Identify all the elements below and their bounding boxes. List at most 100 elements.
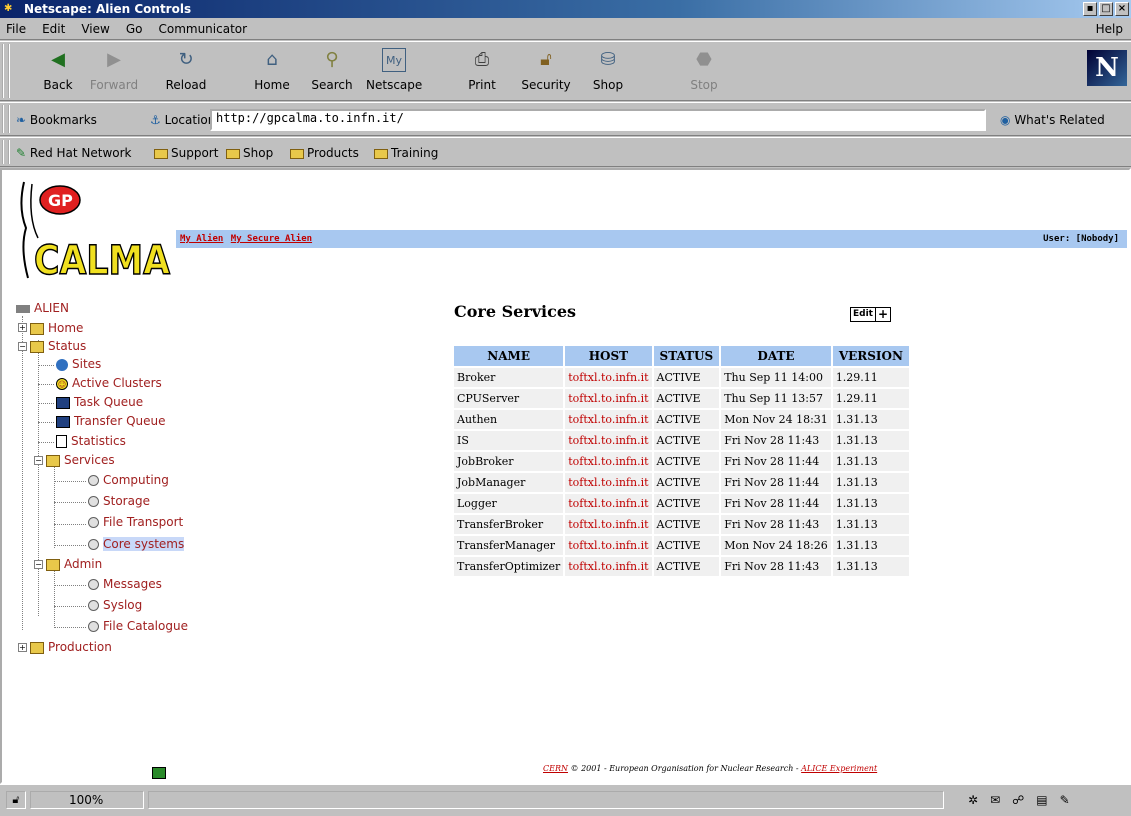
bookmark-shop[interactable]: Shop — [226, 146, 273, 160]
menu-view[interactable]: View — [81, 22, 109, 36]
my-alien-link[interactable]: My Alien — [180, 234, 223, 244]
tree-item-status[interactable]: Status — [30, 336, 86, 356]
service-name-cell: CPUServer — [454, 389, 564, 408]
shop-button[interactable]: ⛁ Shop — [580, 48, 636, 98]
status-cell: ACTIVE — [653, 557, 720, 576]
bookmark-label: Shop — [243, 146, 274, 160]
column-header-version: VERSION — [832, 346, 909, 366]
tree-item-transfer-queue[interactable]: Transfer Queue — [56, 411, 166, 431]
host-link[interactable]: toftxl.to.infn.it — [565, 557, 652, 576]
logo-calma-text: CALMA — [34, 238, 170, 284]
tree-item-admin[interactable]: Admin — [46, 554, 102, 574]
host-link[interactable]: toftxl.to.infn.it — [565, 515, 652, 534]
tree-item-home[interactable]: Home — [30, 318, 83, 338]
bookmark-red-hat-network[interactable]: ✎ Red Hat Network — [16, 146, 132, 160]
security-button[interactable]: 🔓︎ Security — [518, 48, 574, 98]
tree-item-statistics[interactable]: Statistics — [56, 431, 126, 451]
collapse-status-toggle[interactable]: − — [18, 342, 27, 351]
personal-grip[interactable] — [2, 140, 10, 164]
menu-go[interactable]: Go — [126, 22, 143, 36]
tree-item-file-transport[interactable]: File Transport — [88, 512, 183, 532]
tree-label: Storage — [103, 494, 150, 508]
status-cell: ACTIVE — [653, 536, 720, 555]
tree-item-messages[interactable]: Messages — [88, 574, 162, 594]
tree-item-core-systems[interactable]: Core systems — [88, 534, 185, 554]
tree-item-computing[interactable]: Computing — [88, 470, 169, 490]
tree-item-services[interactable]: Services — [46, 450, 115, 470]
stop-button[interactable]: ⬣ Stop — [676, 48, 732, 98]
progress-percent: 100% — [30, 791, 144, 809]
tree-item-task-queue[interactable]: Task Queue — [56, 392, 143, 412]
maximize-button[interactable]: □ — [1099, 2, 1113, 16]
host-link[interactable]: toftxl.to.infn.it — [565, 431, 652, 450]
date-cell: Thu Sep 11 13:57 — [721, 389, 831, 408]
cern-link[interactable]: CERN — [543, 764, 568, 773]
status-cell: ACTIVE — [653, 473, 720, 492]
column-header-status: STATUS — [653, 346, 720, 366]
shop-label: Shop — [592, 78, 624, 92]
bookmark-training[interactable]: Training — [374, 146, 438, 160]
edit-button[interactable]: Edit + — [850, 307, 892, 322]
security-status-icon[interactable]: 🔓︎ — [6, 791, 26, 809]
address-book-icon[interactable]: ▤ — [1036, 791, 1047, 809]
open-folder-icon — [46, 454, 60, 467]
host-link[interactable]: toftxl.to.infn.it — [565, 368, 652, 387]
bookmarks-button[interactable]: ❧ Bookmarks — [16, 113, 97, 127]
navigator-icon[interactable]: ✲ — [968, 791, 978, 809]
green-book-icon — [152, 767, 166, 779]
host-link[interactable]: toftxl.to.infn.it — [565, 536, 652, 555]
my-secure-alien-link[interactable]: My Secure Alien — [231, 234, 312, 244]
expand-home-toggle[interactable]: + — [18, 323, 27, 332]
search-button[interactable]: ⚲ Search — [304, 48, 360, 98]
home-button[interactable]: ⌂ Home — [244, 48, 300, 98]
forward-button[interactable]: ▶ Forward — [86, 48, 142, 98]
tree-label: Core systems — [103, 537, 185, 551]
bookmark-products[interactable]: Products — [290, 146, 359, 160]
collapse-services-toggle[interactable]: − — [34, 456, 43, 465]
tree-item-file-catalogue[interactable]: File Catalogue — [88, 616, 188, 636]
menu-edit[interactable]: Edit — [42, 22, 65, 36]
collapse-admin-toggle[interactable]: − — [34, 560, 43, 569]
close-button[interactable]: × — [1115, 2, 1129, 16]
discussion-icon[interactable]: ☍ — [1012, 791, 1024, 809]
tree-item-production[interactable]: Production — [30, 637, 112, 657]
service-name-cell: TransferBroker — [454, 515, 564, 534]
tree-item-sites[interactable]: Sites — [56, 354, 101, 374]
tree-root-alien[interactable]: ALIEN — [16, 298, 69, 318]
back-button[interactable]: ◀ Back — [30, 48, 86, 98]
service-name-cell: JobBroker — [454, 452, 564, 471]
tree-item-syslog[interactable]: Syslog — [88, 595, 142, 615]
menu-communicator[interactable]: Communicator — [158, 22, 247, 36]
print-button[interactable]: ⎙ Print — [454, 48, 510, 98]
mail-icon[interactable]: ✉ — [990, 791, 1000, 809]
host-link[interactable]: toftxl.to.infn.it — [565, 494, 652, 513]
host-link[interactable]: toftxl.to.infn.it — [565, 410, 652, 429]
edit-label: Edit — [853, 309, 873, 319]
bookmark-label: Red Hat Network — [29, 146, 132, 160]
minimize-button[interactable]: ▪ — [1083, 2, 1097, 16]
reload-button[interactable]: ↻ Reload — [158, 48, 214, 98]
composer-icon[interactable]: ✎ — [1060, 791, 1070, 809]
tree-item-active-clusters[interactable]: ☺ Active Clusters — [56, 373, 162, 393]
host-link[interactable]: toftxl.to.infn.it — [565, 473, 652, 492]
security-label: Security — [521, 78, 571, 92]
tree-item-storage[interactable]: Storage — [88, 491, 150, 511]
toolbar-grip[interactable] — [2, 44, 10, 98]
bookmark-support[interactable]: Support — [154, 146, 218, 160]
folder-icon — [226, 148, 240, 159]
location-url-input[interactable]: http://gpcalma.to.infn.it/ — [210, 109, 986, 131]
menu-help[interactable]: Help — [1096, 22, 1123, 36]
host-link[interactable]: toftxl.to.infn.it — [565, 389, 652, 408]
expand-production-toggle[interactable]: + — [18, 643, 27, 652]
window-title: Netscape: Alien Controls — [24, 2, 192, 16]
menu-file[interactable]: File — [6, 22, 26, 36]
netscape-button[interactable]: My Netscape — [366, 48, 422, 98]
home-label: Home — [254, 78, 290, 92]
tree-label: Syslog — [103, 598, 143, 612]
bookmark-label: Training — [391, 146, 439, 160]
alice-experiment-link[interactable]: ALICE Experiment — [801, 764, 877, 773]
location-grip[interactable] — [2, 105, 10, 133]
service-name-cell: IS — [454, 431, 564, 450]
host-link[interactable]: toftxl.to.infn.it — [565, 452, 652, 471]
whats-related-button[interactable]: ◉ What's Related — [1000, 113, 1105, 127]
